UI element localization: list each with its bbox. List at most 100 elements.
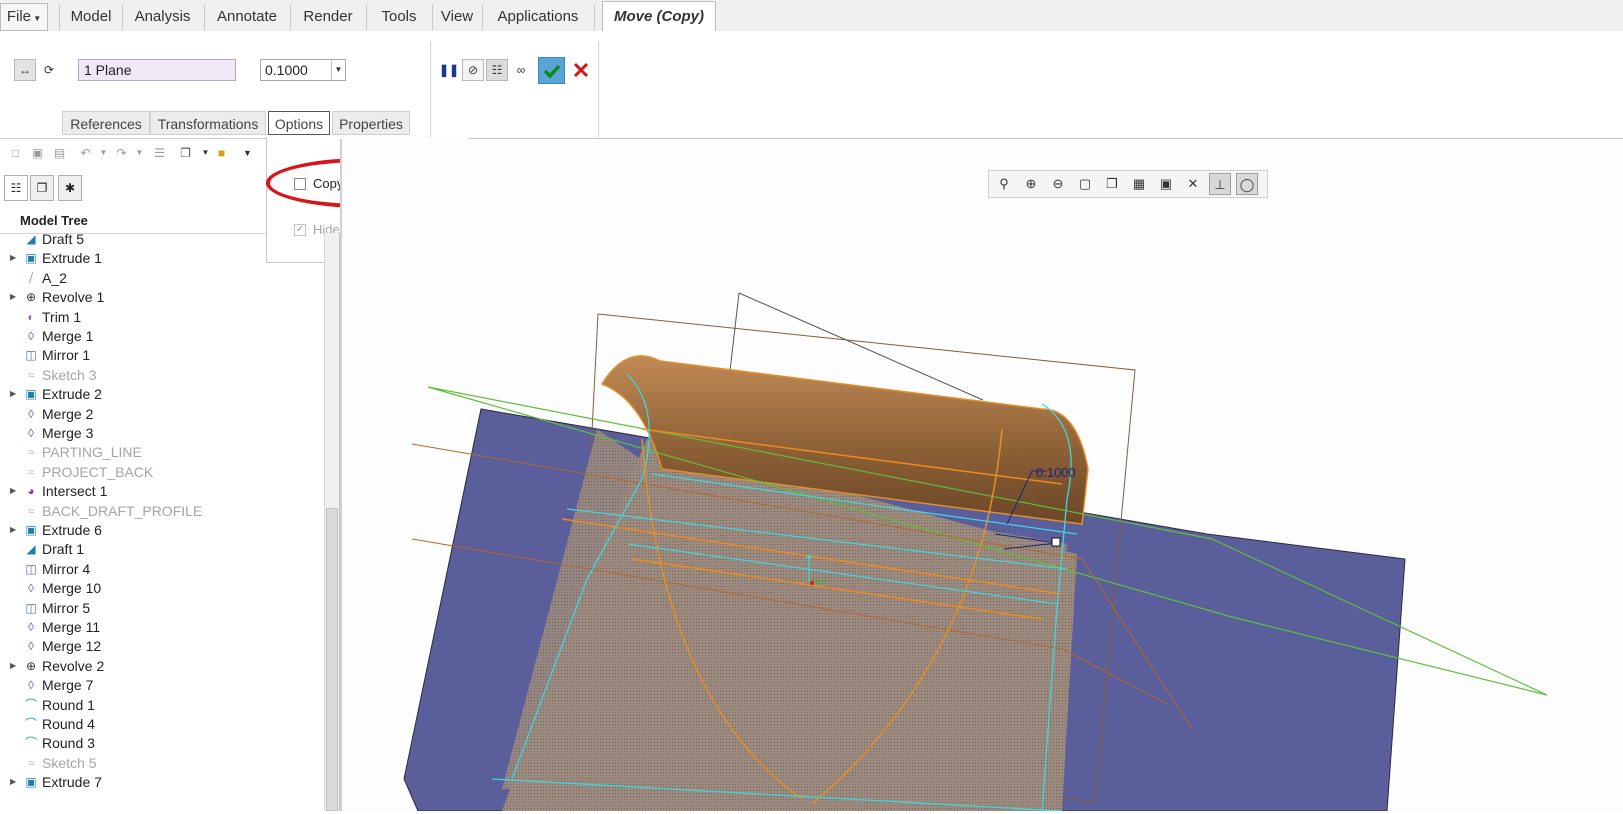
model-tree-item[interactable]: ⧸ A_2 bbox=[0, 268, 320, 288]
expand-arrow-icon[interactable]: ▶ bbox=[10, 520, 16, 540]
display-style-icon[interactable]: ❐ bbox=[1101, 173, 1123, 195]
scrollbar-thumb[interactable] bbox=[326, 508, 338, 811]
expand-arrow-icon[interactable]: ▶ bbox=[10, 384, 16, 404]
cancel-x-icon[interactable] bbox=[570, 59, 592, 81]
ok-check-icon[interactable] bbox=[538, 57, 565, 84]
file-menu[interactable]: File ▼ bbox=[0, 3, 48, 31]
draft-icon: ◢ bbox=[26, 542, 36, 557]
model-tree-item-label: Sketch 3 bbox=[42, 366, 97, 383]
refit-icon[interactable]: ⚲ bbox=[993, 173, 1015, 195]
model-tree-item[interactable]: ⌒ Round 3 bbox=[0, 733, 320, 753]
expand-arrow-icon[interactable]: ▶ bbox=[10, 772, 16, 792]
folder-browser-tab-icon[interactable]: ❐ bbox=[30, 175, 54, 201]
model-tree-item[interactable]: ◢ Draft 5 bbox=[0, 233, 320, 249]
model-tree-item[interactable]: ◊ Merge 12 bbox=[0, 636, 320, 656]
pause-icon[interactable]: ❚❚ bbox=[438, 59, 460, 81]
windows-icon[interactable]: ❐ bbox=[178, 146, 193, 160]
annotation-display-icon[interactable]: ⊥ bbox=[1209, 173, 1231, 195]
references-collector[interactable]: 1 Plane bbox=[78, 59, 236, 81]
chevron-down-icon[interactable]: ▼ bbox=[331, 60, 345, 80]
model-tree-item[interactable]: ◊ Merge 1 bbox=[0, 326, 320, 346]
rotate-icon[interactable]: ⟳ bbox=[38, 59, 60, 81]
model-viewport[interactable] bbox=[342, 139, 1623, 812]
repaint-icon[interactable]: ▢ bbox=[1074, 173, 1096, 195]
regenerate-icon[interactable]: ☰ bbox=[152, 146, 167, 160]
model-tree-item-label: Round 3 bbox=[42, 735, 95, 752]
model-tree-item[interactable]: ≈ PARTING_LINE bbox=[0, 442, 320, 462]
model-tree-item-label: Extrude 6 bbox=[42, 522, 102, 538]
model-tree-item[interactable]: ⌒ Round 4 bbox=[0, 714, 320, 734]
open-folder-icon[interactable]: ▣ bbox=[30, 146, 45, 160]
model-tree-item[interactable]: ◐ Trim 1 bbox=[0, 307, 320, 327]
expand-arrow-icon[interactable]: ▶ bbox=[10, 287, 16, 307]
undo-dropdown-icon[interactable]: ▼ bbox=[96, 146, 111, 160]
tab-properties[interactable]: Properties bbox=[332, 111, 410, 135]
extrude-icon: ▣ bbox=[25, 523, 37, 537]
model-tree-item[interactable]: ⌒ Round 1 bbox=[0, 695, 320, 715]
view-manager-icon[interactable]: ▣ bbox=[1155, 173, 1177, 195]
redo-icon[interactable]: ↷ bbox=[114, 146, 129, 160]
save-icon[interactable]: ▤ bbox=[52, 146, 67, 160]
model-tree-item[interactable]: ◫ Mirror 5 bbox=[0, 598, 320, 618]
expand-arrow-icon[interactable]: ▶ bbox=[10, 656, 16, 676]
tab-applications[interactable]: Applications bbox=[482, 4, 595, 30]
tab-view[interactable]: View bbox=[432, 4, 483, 30]
model-tree-item[interactable]: ◢ Draft 1 bbox=[0, 539, 320, 559]
dashboard-separator-2 bbox=[598, 41, 599, 137]
new-file-icon[interactable]: □ bbox=[8, 146, 23, 160]
model-tree-item[interactable]: ◊ Merge 3 bbox=[0, 423, 320, 443]
tab-model[interactable]: Model bbox=[59, 4, 123, 30]
no-preview-icon[interactable]: ⊘ bbox=[462, 59, 484, 81]
folder-icon[interactable]: ■ bbox=[214, 146, 229, 160]
expand-arrow-icon[interactable]: ▶ bbox=[10, 248, 16, 268]
spin-center-icon[interactable]: ◯ bbox=[1236, 173, 1258, 195]
model-tree-item[interactable]: ▶ ▣ Extrude 6 bbox=[0, 520, 320, 540]
model-tree-item[interactable]: ▶ ⊕ Revolve 2 bbox=[0, 656, 320, 676]
tab-references[interactable]: References bbox=[62, 111, 150, 135]
model-tree-item[interactable]: ◊ Merge 2 bbox=[0, 404, 320, 424]
model-tree-item[interactable]: ≈ BACK_DRAFT_PROFILE bbox=[0, 501, 320, 521]
redo-dropdown-icon[interactable]: ▼ bbox=[132, 146, 147, 160]
trim-icon: ◐ bbox=[27, 309, 35, 324]
zoom-in-icon[interactable]: ⊕ bbox=[1020, 173, 1042, 195]
translate-icon[interactable]: ↔ bbox=[14, 59, 36, 81]
model-tree-item[interactable]: ≈ PROJECT_BACK bbox=[0, 462, 320, 482]
model-tree-item[interactable]: ▶ ▣ Extrude 2 bbox=[0, 384, 320, 404]
verify-preview-icon[interactable]: ☷ bbox=[486, 59, 508, 81]
tab-render[interactable]: Render bbox=[290, 4, 367, 30]
undo-icon[interactable]: ↶ bbox=[78, 146, 93, 160]
model-tree-item[interactable]: ◊ Merge 10 bbox=[0, 578, 320, 598]
tab-tools[interactable]: Tools bbox=[366, 4, 433, 30]
tab-analysis[interactable]: Analysis bbox=[121, 4, 205, 30]
model-tree-item-label: Merge 11 bbox=[42, 619, 101, 635]
glasses-preview-icon[interactable]: ∞ bbox=[510, 59, 532, 81]
tab-options[interactable]: Options bbox=[268, 111, 330, 135]
model-tree-item[interactable]: ◊ Merge 7 bbox=[0, 675, 320, 695]
saved-orientations-icon[interactable]: ▦ bbox=[1128, 173, 1150, 195]
model-tree-tab-icon[interactable]: ☷ bbox=[4, 175, 28, 201]
model-tree-item[interactable]: ◫ Mirror 4 bbox=[0, 559, 320, 579]
tab-move-copy[interactable]: Move (Copy) bbox=[602, 1, 716, 32]
dimension-value-label[interactable]: 0.1000 bbox=[1036, 465, 1076, 480]
expand-arrow-icon[interactable]: ▶ bbox=[10, 481, 16, 501]
tab-annotate[interactable]: Annotate bbox=[204, 4, 291, 30]
model-tree-item[interactable]: ◊ Merge 11 bbox=[0, 617, 320, 637]
model-tree-item[interactable]: ◫ Mirror 1 bbox=[0, 345, 320, 365]
model-tree-item[interactable]: ≈ Sketch 3 bbox=[0, 365, 320, 385]
model-tree-item[interactable]: ▶ ▣ Extrude 1 bbox=[0, 248, 320, 268]
graphics-window[interactable]: 0.1000 bbox=[342, 139, 1623, 812]
customize-toolbar-icon[interactable]: ▼ bbox=[240, 146, 255, 160]
tab-transformations[interactable]: Transformations bbox=[150, 111, 266, 135]
datum-display-icon[interactable]: ✕ bbox=[1182, 173, 1204, 195]
model-tree-item-label: Merge 2 bbox=[42, 405, 94, 422]
windows-dropdown-icon[interactable]: ▼ bbox=[198, 146, 213, 160]
model-tree-item[interactable]: ≈ Sketch 5 bbox=[0, 753, 320, 773]
model-tree-scrollbar[interactable] bbox=[324, 233, 340, 811]
model-tree-item[interactable]: ▶ ◕ Intersect 1 bbox=[0, 481, 320, 501]
model-tree-item[interactable]: ▶ ⊕ Revolve 1 bbox=[0, 287, 320, 307]
zoom-out-icon[interactable]: ⊖ bbox=[1047, 173, 1069, 195]
model-tree-item[interactable]: ▶ ▣ Extrude 7 bbox=[0, 772, 320, 792]
favorites-tab-icon[interactable]: ✱ bbox=[58, 175, 82, 201]
merge-icon: ◊ bbox=[28, 639, 34, 654]
distance-value-field[interactable]: 0.1000 ▼ bbox=[260, 59, 346, 81]
